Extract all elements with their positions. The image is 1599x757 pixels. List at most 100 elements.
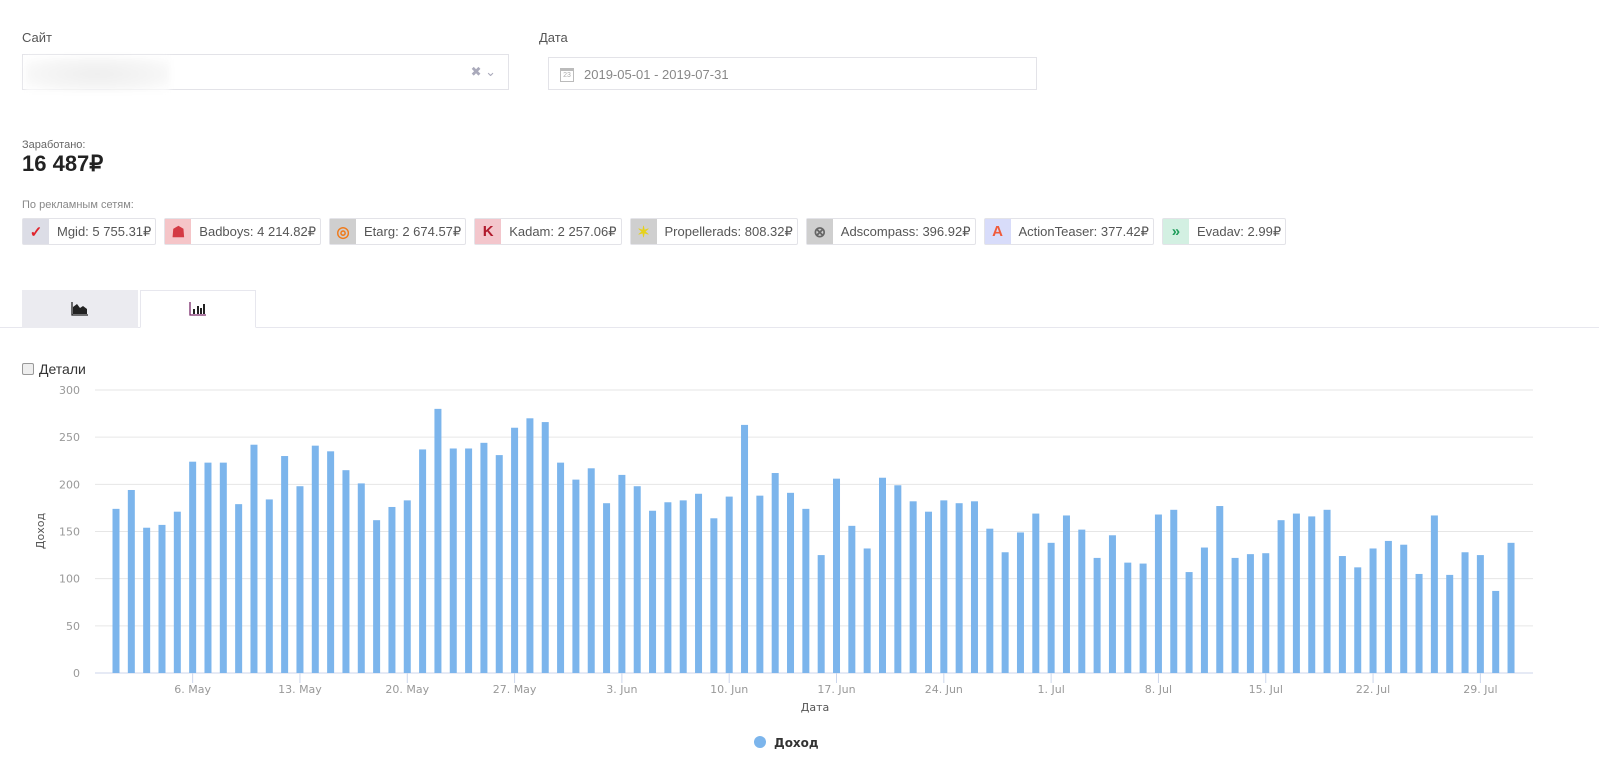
bar[interactable] — [833, 478, 841, 673]
bar[interactable] — [1185, 572, 1193, 673]
bar[interactable] — [281, 456, 289, 673]
bar[interactable] — [633, 486, 641, 673]
bar[interactable] — [1032, 513, 1040, 673]
bar[interactable] — [127, 489, 135, 673]
bar[interactable] — [1415, 573, 1423, 673]
bar[interactable] — [879, 477, 886, 673]
bar[interactable] — [465, 448, 473, 673]
bar[interactable] — [1246, 554, 1254, 673]
bar[interactable] — [1369, 548, 1377, 673]
bar[interactable] — [327, 451, 335, 673]
bar[interactable] — [1461, 552, 1469, 673]
bar[interactable] — [1354, 567, 1362, 673]
bar[interactable] — [1446, 574, 1454, 673]
bar[interactable] — [1262, 553, 1270, 673]
bar[interactable] — [495, 455, 503, 673]
bar[interactable] — [986, 528, 994, 673]
y-tick-label: 50 — [66, 620, 80, 633]
bar[interactable] — [189, 461, 197, 673]
bar[interactable] — [373, 520, 381, 673]
bar[interactable] — [1001, 552, 1009, 673]
bar[interactable] — [1231, 557, 1239, 673]
bar[interactable] — [1277, 520, 1285, 673]
bar[interactable] — [388, 506, 396, 673]
bar[interactable] — [1476, 555, 1484, 673]
bar[interactable] — [664, 502, 672, 673]
bar[interactable] — [649, 510, 657, 673]
legend-label[interactable]: Доход — [774, 736, 819, 750]
bar[interactable] — [1062, 515, 1070, 673]
bar[interactable] — [1200, 547, 1208, 673]
bar[interactable] — [603, 503, 611, 673]
bar[interactable] — [1400, 544, 1408, 673]
bar[interactable] — [817, 555, 825, 673]
bar[interactable] — [802, 508, 810, 673]
bar[interactable] — [296, 486, 304, 673]
bar[interactable] — [1108, 535, 1116, 673]
bar[interactable] — [1292, 513, 1300, 673]
bar[interactable] — [787, 492, 795, 673]
bar[interactable] — [449, 448, 457, 673]
bar[interactable] — [204, 462, 212, 673]
bar[interactable] — [710, 518, 718, 673]
x-tick-label: 24. Jun — [925, 683, 963, 696]
bar[interactable] — [1507, 542, 1515, 673]
y-tick-label: 0 — [73, 667, 80, 680]
bar[interactable] — [1047, 542, 1055, 673]
bar[interactable] — [511, 427, 519, 673]
bar[interactable] — [1170, 509, 1178, 673]
bar[interactable] — [909, 501, 917, 673]
bar[interactable] — [357, 483, 365, 673]
bar[interactable] — [250, 444, 258, 673]
bar[interactable] — [1016, 532, 1024, 673]
bar[interactable] — [526, 418, 534, 673]
bar[interactable] — [679, 500, 687, 673]
bar[interactable] — [756, 495, 764, 673]
bar[interactable] — [1384, 540, 1392, 673]
bar[interactable] — [342, 470, 350, 673]
bar[interactable] — [587, 468, 595, 673]
bar[interactable] — [1323, 509, 1331, 673]
bar[interactable] — [725, 496, 733, 673]
bar[interactable] — [557, 462, 565, 673]
x-tick-label: 29. Jul — [1463, 683, 1497, 696]
bar[interactable] — [741, 424, 749, 673]
bar[interactable] — [618, 474, 626, 673]
bar[interactable] — [695, 493, 703, 673]
bar[interactable] — [235, 504, 243, 673]
bar[interactable] — [863, 548, 871, 673]
bar[interactable] — [894, 485, 902, 673]
bar[interactable] — [265, 499, 273, 673]
bar[interactable] — [480, 442, 488, 673]
bar[interactable] — [970, 501, 978, 673]
bar[interactable] — [403, 500, 411, 673]
bar[interactable] — [1093, 557, 1101, 673]
bar[interactable] — [434, 408, 442, 673]
bar[interactable] — [219, 462, 227, 673]
bar[interactable] — [1216, 506, 1224, 673]
bar[interactable] — [1338, 556, 1346, 673]
x-tick-label: 20. May — [385, 683, 429, 696]
bar[interactable] — [112, 508, 120, 673]
x-tick-label: 10. Jun — [710, 683, 748, 696]
bar[interactable] — [541, 422, 549, 673]
bar[interactable] — [1139, 563, 1147, 673]
bar[interactable] — [1308, 516, 1316, 673]
bar[interactable] — [771, 473, 779, 673]
bar[interactable] — [572, 479, 580, 673]
bar[interactable] — [173, 511, 181, 673]
bar[interactable] — [311, 445, 319, 673]
bar[interactable] — [955, 503, 963, 673]
bar[interactable] — [1154, 514, 1162, 673]
bar[interactable] — [924, 511, 932, 673]
bar[interactable] — [1492, 590, 1500, 673]
bar[interactable] — [1078, 529, 1086, 673]
legend-marker[interactable] — [754, 736, 766, 748]
bar[interactable] — [940, 500, 948, 673]
bar[interactable] — [419, 449, 427, 673]
bar[interactable] — [848, 525, 856, 673]
bar[interactable] — [143, 527, 151, 673]
bar[interactable] — [1124, 562, 1132, 673]
bar[interactable] — [158, 524, 166, 673]
bar[interactable] — [1430, 515, 1438, 673]
